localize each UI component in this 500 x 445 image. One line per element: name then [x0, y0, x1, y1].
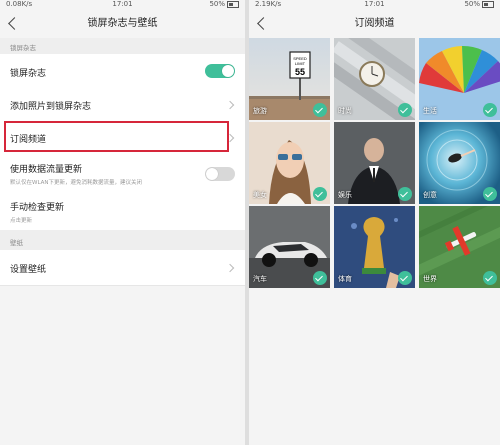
row-label: 使用数据流量更新 — [10, 165, 83, 175]
clock: 17:01 — [364, 0, 385, 8]
channel-label: 娱乐 — [338, 191, 352, 199]
mobile-data-toggle[interactable] — [205, 167, 235, 181]
battery-indicator: 50% — [209, 0, 239, 9]
check-icon — [313, 103, 327, 117]
check-icon — [313, 187, 327, 201]
battery-icon — [482, 0, 494, 8]
check-icon — [483, 103, 497, 117]
status-bar: 0.08K/s 17:01 50% — [0, 0, 245, 9]
back-arrow-icon[interactable] — [257, 17, 270, 30]
channel-tile-world[interactable]: 世界 — [419, 206, 500, 288]
highlight-box — [4, 121, 229, 152]
row-label: 锁屏杂志 — [10, 69, 47, 79]
channel-label: 汽车 — [253, 275, 267, 283]
row-label: 手动检查更新 — [10, 203, 65, 213]
channel-tile-entertainment[interactable]: 娱乐 — [334, 122, 415, 204]
row-manual-update[interactable]: 手动检查更新 点击更新 — [0, 192, 245, 231]
title-bar: 订阅频道 — [249, 9, 500, 38]
settings-screen: 0.08K/s 17:01 50% 锁屏杂志与壁纸 锁屏杂志 锁屏杂志 添加照片… — [0, 0, 245, 445]
channel-label: 创意 — [423, 191, 437, 199]
channel-tile-creative[interactable]: 创意 — [419, 122, 500, 204]
channel-label: 生活 — [423, 107, 437, 115]
row-set-wallpaper[interactable]: 设置壁纸 — [0, 250, 245, 286]
row-label: 设置壁纸 — [10, 265, 47, 275]
check-icon — [398, 103, 412, 117]
section-header-wallpaper: 壁纸 — [0, 230, 245, 250]
channel-tile-travel[interactable]: SPEED LIMIT 55 旅游 — [249, 38, 330, 120]
svg-text:LIMIT: LIMIT — [295, 61, 306, 66]
channels-screen: 2.19K/s 17:01 50% 订阅频道 SPEED LIMIT 55 旅游 — [249, 0, 500, 445]
chevron-right-icon — [225, 263, 235, 273]
check-icon — [483, 271, 497, 285]
channel-tile-sports[interactable]: 体育 — [334, 206, 415, 288]
check-icon — [398, 271, 412, 285]
section-header-magazine: 锁屏杂志 — [0, 38, 245, 54]
svg-text:55: 55 — [295, 67, 305, 77]
channel-label: 世界 — [423, 275, 437, 283]
status-bar: 2.19K/s 17:01 50% — [249, 0, 500, 9]
title-bar: 锁屏杂志与壁纸 — [0, 9, 245, 38]
channel-tile-fashion[interactable]: 时尚 — [334, 38, 415, 120]
row-add-photos[interactable]: 添加照片到锁屏杂志 — [0, 88, 245, 122]
chevron-right-icon — [225, 100, 235, 110]
channel-tile-life[interactable]: 生活 — [419, 38, 500, 120]
row-sublabel: 点击更新 — [10, 218, 33, 224]
row-label: 添加照片到锁屏杂志 — [10, 102, 92, 112]
check-icon — [483, 187, 497, 201]
channel-label: 美女 — [253, 191, 267, 199]
check-icon — [313, 271, 327, 285]
back-arrow-icon[interactable] — [8, 17, 21, 30]
section-label: 壁纸 — [10, 239, 23, 247]
page-title: 锁屏杂志与壁纸 — [87, 18, 158, 29]
channel-tile-cars[interactable]: 汽车 — [249, 206, 330, 288]
channel-label: 时尚 — [338, 107, 352, 115]
page-title: 订阅频道 — [354, 18, 395, 29]
row-sublabel: 默认仅在WLAN下更新，避免消耗数据流量，建议关闭 — [10, 180, 143, 186]
channel-label: 体育 — [338, 275, 352, 283]
check-icon — [398, 187, 412, 201]
row-mobile-data-update[interactable]: 使用数据流量更新 默认仅在WLAN下更新，避免消耗数据流量，建议关闭 — [0, 154, 245, 193]
channel-tile-beauty[interactable]: 美女 — [249, 122, 330, 204]
channel-label: 旅游 — [253, 107, 267, 115]
lock-magazine-toggle[interactable] — [205, 64, 235, 78]
battery-icon — [227, 0, 239, 8]
clock: 17:01 — [112, 0, 133, 8]
row-lock-magazine[interactable]: 锁屏杂志 — [0, 54, 245, 89]
battery-indicator: 50% — [464, 0, 494, 9]
section-label: 锁屏杂志 — [10, 44, 36, 52]
